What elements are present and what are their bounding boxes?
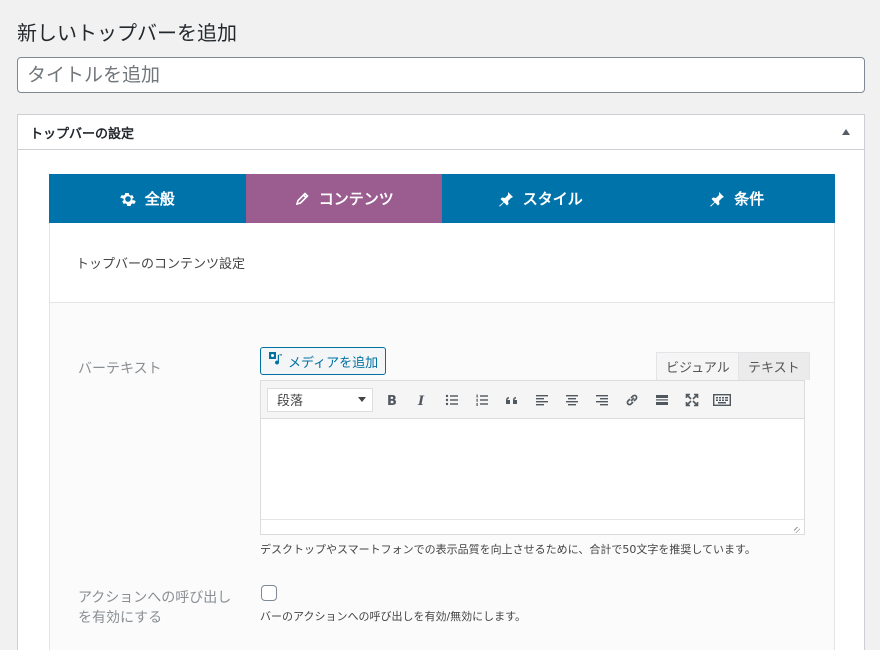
editor-statusbar bbox=[261, 519, 804, 536]
blockquote-button[interactable] bbox=[497, 386, 527, 414]
gear-icon bbox=[119, 191, 136, 207]
tab-label: コンテンツ bbox=[318, 190, 394, 208]
svg-text:B: B bbox=[387, 394, 397, 407]
panel-heading: トップバーのコンテンツ設定 bbox=[50, 223, 834, 303]
pin-icon bbox=[709, 191, 725, 207]
numbered-list-button[interactable] bbox=[467, 386, 497, 414]
bold-button[interactable]: B bbox=[377, 386, 407, 414]
bar-text-label: バーテキスト bbox=[78, 361, 162, 377]
fullscreen-icon bbox=[685, 393, 699, 406]
triangle-up-icon[interactable] bbox=[842, 129, 850, 135]
title-input[interactable] bbox=[17, 57, 865, 93]
cta-label-line2: を有効にする bbox=[78, 610, 163, 626]
settings-tabs: 全般 コンテンツ スタイル 条件 bbox=[49, 174, 835, 223]
page-title: 新しいトップバーを追加 bbox=[17, 21, 237, 45]
cta-enable-checkbox[interactable] bbox=[261, 585, 277, 601]
editor-toolbar: 段落 B I bbox=[261, 381, 804, 419]
tab-content[interactable]: コンテンツ bbox=[245, 174, 442, 223]
editor-content-area[interactable] bbox=[261, 419, 804, 519]
align-left-icon bbox=[536, 394, 548, 405]
metabox-title: トップバーの設定 bbox=[30, 126, 135, 142]
align-left-button[interactable] bbox=[527, 386, 557, 414]
add-media-button[interactable]: メディアを追加 bbox=[260, 347, 387, 375]
read-more-icon bbox=[656, 394, 668, 405]
bold-icon: B bbox=[387, 394, 397, 407]
fullscreen-button[interactable] bbox=[677, 386, 707, 414]
pin-icon bbox=[498, 191, 514, 207]
toolbar-toggle-button[interactable] bbox=[707, 386, 737, 414]
numbered-list-icon bbox=[476, 394, 488, 406]
tab-visual[interactable]: ビジュアル bbox=[656, 352, 740, 380]
tab-label: 全般 bbox=[144, 190, 175, 208]
keyboard-icon bbox=[713, 393, 731, 406]
align-right-button[interactable] bbox=[587, 386, 617, 414]
resize-handle[interactable] bbox=[794, 527, 800, 533]
bulleted-list-button[interactable] bbox=[437, 386, 467, 414]
insert-link-button[interactable] bbox=[617, 386, 647, 414]
bulleted-list-icon bbox=[445, 394, 458, 405]
bar-text-editor: 段落 B I bbox=[260, 380, 805, 535]
italic-button[interactable]: I bbox=[407, 386, 437, 414]
svg-text:I: I bbox=[417, 394, 425, 407]
italic-icon: I bbox=[417, 394, 425, 407]
align-center-icon bbox=[566, 394, 578, 405]
quote-icon bbox=[506, 396, 517, 404]
align-right-icon bbox=[596, 394, 608, 405]
metabox-header[interactable]: トップバーの設定 bbox=[18, 115, 864, 150]
add-media-label: メディアを追加 bbox=[288, 355, 379, 371]
link-icon bbox=[626, 394, 638, 405]
tab-label: 条件 bbox=[734, 190, 765, 208]
format-select[interactable]: 段落 bbox=[267, 387, 373, 412]
tab-style[interactable]: スタイル bbox=[442, 174, 639, 223]
bar-text-help: デスクトップやスマートフォンでの表示品質を向上させるために、合計で50文字を推奨… bbox=[260, 543, 756, 556]
cta-help: バーのアクションへの呼び出しを有効/無効にします。 bbox=[260, 610, 527, 623]
content-panel: トップバーのコンテンツ設定 バーテキスト メディアを追加 ビジュアル テキスト … bbox=[49, 223, 835, 650]
panel-body: バーテキスト メディアを追加 ビジュアル テキスト 段落 B I デスクトップや… bbox=[50, 303, 834, 650]
format-select-value: 段落 bbox=[277, 394, 304, 409]
align-center-button[interactable] bbox=[557, 386, 587, 414]
pencil-icon bbox=[294, 191, 310, 207]
cta-label: アクションへの呼び出し を有効にする bbox=[78, 588, 231, 628]
tab-conditions[interactable]: 条件 bbox=[638, 174, 835, 223]
tab-general[interactable]: 全般 bbox=[49, 174, 246, 223]
tab-text[interactable]: テキスト bbox=[738, 352, 810, 380]
tab-label: スタイル bbox=[522, 190, 583, 208]
topbar-settings-metabox: トップバーの設定 全般 コンテンツ スタイル 条件 トップバーのコンテンツ設定 … bbox=[17, 114, 865, 650]
read-more-button[interactable] bbox=[647, 386, 677, 414]
chevron-down-icon bbox=[358, 397, 366, 402]
media-icon bbox=[268, 351, 284, 371]
cta-label-line1: アクションへの呼び出し bbox=[78, 590, 232, 606]
